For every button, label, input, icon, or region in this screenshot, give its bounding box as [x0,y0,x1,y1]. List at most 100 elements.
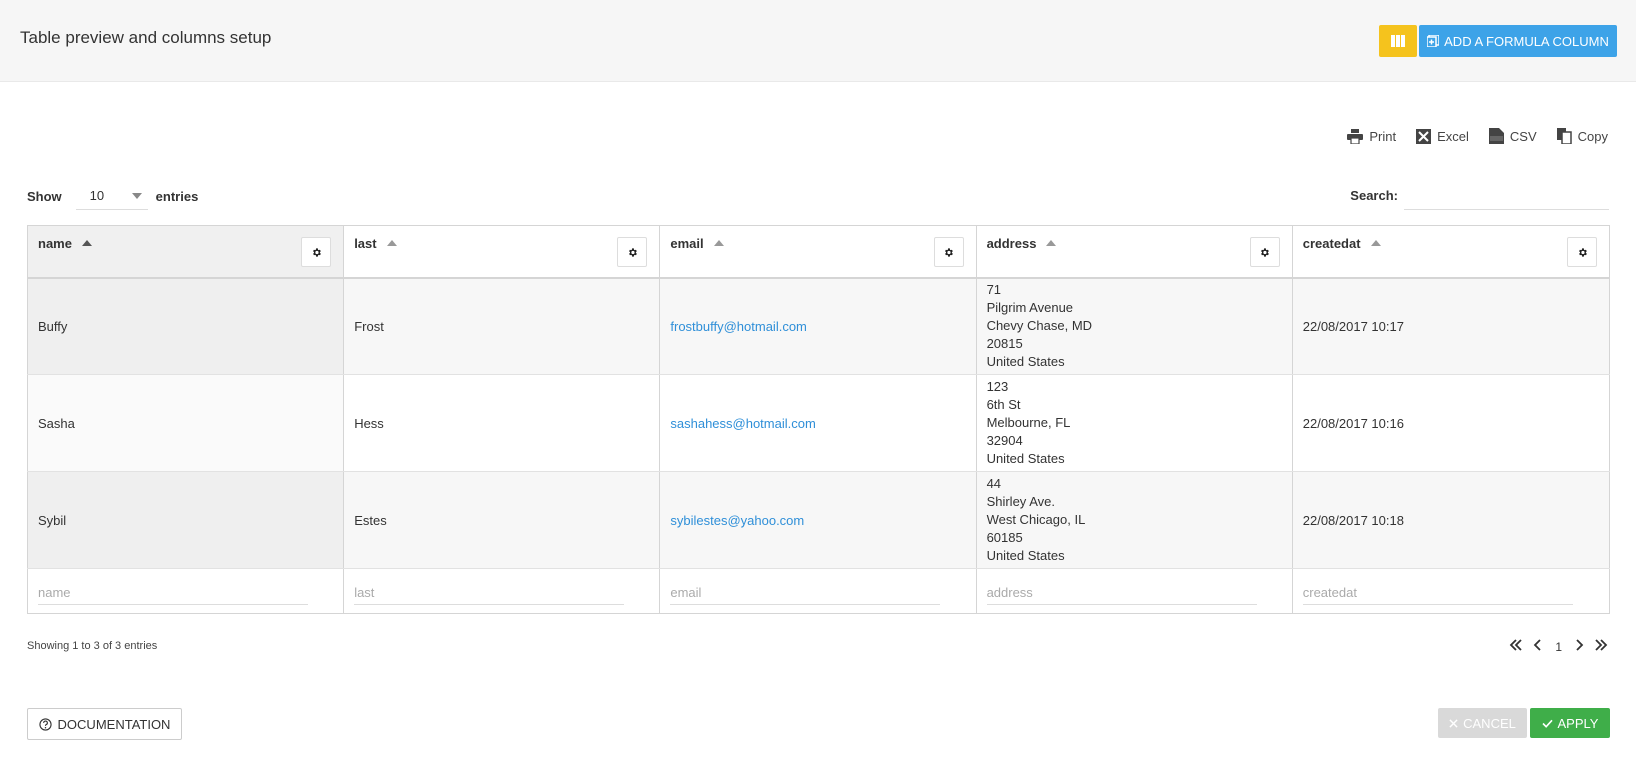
page-number-current[interactable]: 1 [1555,636,1562,654]
cell-createdat: 22/08/2017 10:17 [1291,277,1611,375]
search-input[interactable] [1404,180,1609,210]
cell-email: sybilestes@yahoo.com [659,471,977,569]
filter-input-email[interactable] [670,581,941,605]
excel-button[interactable]: Excel [1416,128,1469,144]
page-length-select[interactable]: 10 [75,182,148,210]
column-settings-button[interactable] [301,237,332,267]
column-header-address[interactable]: address [975,225,1293,279]
entries-label: entries [155,188,199,204]
previous-page-button[interactable] [1533,638,1543,652]
sort-asc-icon [81,240,92,246]
column-settings-button[interactable] [617,237,648,267]
address-line: United States [986,548,1065,563]
chevron-left-icon [1534,639,1541,651]
columns-button[interactable] [1379,25,1417,57]
table-row[interactable]: Sybil Estes sybilestes@yahoo.com 44 Shir… [26,471,1611,569]
show-label: Show [27,188,62,204]
filter-cell [26,568,345,614]
copy-icon [1556,128,1572,144]
table-row[interactable]: Buffy Frost frostbuffy@hotmail.com 71 Pi… [26,277,1611,375]
csv-file-icon [1488,128,1504,144]
cancel-label: CANCEL [1463,715,1516,731]
page-length-control: Show 10 entries [27,182,198,210]
header-row: name last email address createdat [26,225,1611,279]
filter-input-address[interactable] [986,581,1257,605]
columns-icon [1391,35,1405,47]
double-chevron-right-icon [1595,639,1608,651]
page-length-value: 10 [89,188,105,203]
table-row[interactable]: Sasha Hess sashahess@hotmail.com 123 6th… [26,374,1611,472]
column-header-email[interactable]: email [659,225,977,279]
column-settings-button[interactable] [1567,237,1597,267]
address-line: 32904 [986,433,1023,448]
cell-email: sashahess@hotmail.com [659,374,977,472]
sort-icon [1370,240,1381,246]
column-header-label: last [354,236,377,251]
filter-cell [975,568,1293,614]
column-header-last[interactable]: last [343,225,661,279]
pagination: 1 [1509,636,1608,654]
next-page-button[interactable] [1574,638,1584,652]
documentation-button[interactable]: DOCUMENTATION [27,708,182,740]
add-formula-column-button[interactable]: ADD A FORMULA COLUMN [1419,25,1617,57]
cell-last: Hess [343,374,661,472]
cell-name: Buffy [26,277,345,375]
address-line: Shirley Ave. [986,494,1055,509]
filter-cell [1291,568,1611,614]
address-line: Pilgrim Avenue [986,300,1074,316]
print-button[interactable]: Print [1347,128,1397,144]
chevron-right-icon [1576,639,1584,651]
cell-address: 123 6th St Melbourne, FL 32904 United St… [975,374,1293,472]
column-header-label: address [986,236,1037,251]
column-header-label: createdat [1302,236,1361,251]
first-page-button[interactable] [1509,638,1523,652]
filter-cell [659,568,977,614]
csv-button[interactable]: CSV [1488,128,1537,144]
address-line: United States [986,354,1065,370]
documentation-label: DOCUMENTATION [57,716,171,732]
cell-email: frostbuffy@hotmail.com [659,277,977,375]
column-header-label: email [670,236,704,251]
csv-label: CSV [1509,128,1537,144]
last-page-button[interactable] [1594,638,1608,652]
sort-icon [1046,240,1057,246]
add-formula-icon [1427,35,1440,47]
filter-row [26,568,1611,614]
cell-address: 71 Pilgrim Avenue Chevy Chase, MD 20815 … [975,277,1293,375]
export-toolbar: Print Excel CSV Copy [1347,128,1608,144]
cell-name: Sybil [26,471,345,569]
address-line: United States [986,451,1065,466]
copy-button[interactable]: Copy [1556,128,1608,144]
table-info: Showing 1 to 3 of 3 entries [27,640,158,652]
cell-last: Estes [343,471,661,569]
apply-button[interactable]: APPLY [1530,708,1610,738]
cell-address: 44 Shirley Ave. West Chicago, IL 60185 U… [975,471,1293,569]
cell-createdat: 22/08/2017 10:16 [1291,374,1611,472]
filter-input-last[interactable] [354,581,625,605]
print-label: Print [1369,128,1397,144]
address-line: 6th St [986,397,1021,412]
email-link[interactable]: sybilestes@yahoo.com [670,513,804,528]
email-link[interactable]: frostbuffy@hotmail.com [670,319,807,334]
email-link[interactable]: sashahess@hotmail.com [670,416,815,431]
filter-input-createdat[interactable] [1302,581,1573,605]
gear-icon [312,247,321,257]
cell-createdat: 22/08/2017 10:18 [1291,471,1611,569]
column-settings-button[interactable] [1249,237,1280,267]
column-settings-button[interactable] [933,237,964,267]
excel-label: Excel [1437,128,1469,144]
gear-icon [628,247,637,257]
column-header-name[interactable]: name [26,225,345,279]
help-circle-icon [38,717,52,731]
column-header-createdat[interactable]: createdat [1291,225,1611,279]
page-header: Table preview and columns setup ADD A FO… [0,0,1636,82]
address-line: West Chicago, IL [986,512,1086,527]
address-line: 60185 [986,530,1023,545]
address-line: Melbourne, FL [986,415,1071,430]
cancel-button[interactable]: CANCEL [1438,708,1527,738]
add-formula-column-label: ADD A FORMULA COLUMN [1444,33,1609,49]
address-line: Chevy Chase, MD [986,318,1093,334]
search-label: Search: [1350,187,1398,203]
cell-name: Sasha [26,374,345,472]
filter-input-name[interactable] [38,581,308,605]
